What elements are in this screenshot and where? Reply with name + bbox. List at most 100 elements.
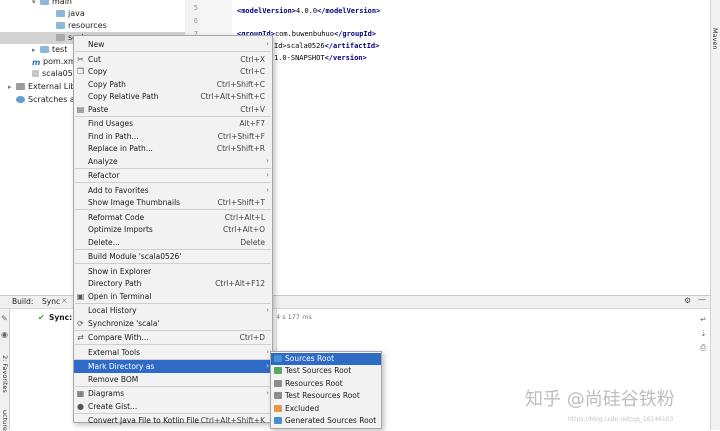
maven-tool-tab[interactable]: Maven bbox=[711, 28, 719, 50]
library-icon bbox=[16, 83, 25, 90]
submenu-item[interactable]: Test Resources Root bbox=[271, 390, 381, 402]
menu-item[interactable]: ⇄ Compare With... Ctrl+D bbox=[74, 331, 272, 344]
menu-item[interactable]: ❐ Copy Ctrl+C bbox=[74, 65, 272, 78]
chevron-down-icon[interactable]: ▾ bbox=[32, 0, 40, 8]
menu-item[interactable]: Delete... Delete bbox=[74, 236, 272, 249]
menu-item-label: Show in Explorer bbox=[88, 266, 152, 276]
favorites-tool-tab[interactable]: 2: Favorites bbox=[1, 355, 9, 393]
code-line: <modelVersion>4.0.0</modelVersion> bbox=[237, 7, 381, 15]
menu-item[interactable]: Show Image Thumbnails Ctrl+Shift+T bbox=[74, 196, 272, 209]
menu-item-label: Optimize Imports bbox=[88, 225, 153, 234]
menu-item[interactable]: Convert Java File to Kotlin File Ctrl+Alt… bbox=[74, 414, 272, 427]
menu-item-shortcut: Ctrl+Shift+T bbox=[217, 198, 265, 207]
folder-icon bbox=[274, 417, 282, 424]
menu-item[interactable]: Find Usages Alt+F7 bbox=[74, 117, 272, 130]
menu-item[interactable]: Optimize Imports Ctrl+Alt+O bbox=[74, 223, 272, 236]
menu-item[interactable]: Find in Path... Ctrl+Shift+F bbox=[74, 130, 272, 143]
menu-item[interactable]: ▤ Paste Ctrl+V bbox=[74, 103, 272, 116]
sync-status-label: Sync: bbox=[49, 313, 73, 322]
tree-node-iml[interactable]: scala052 bbox=[24, 68, 78, 80]
menu-item[interactable]: Remove BOM bbox=[74, 373, 272, 386]
tree-node-java[interactable]: java bbox=[48, 8, 85, 20]
menu-item[interactable]: Directory Path Ctrl+Alt+F12 bbox=[74, 277, 272, 290]
menu-item-icon: ▤ bbox=[76, 104, 85, 114]
menu-item[interactable]: ✂ Cut Ctrl+X bbox=[74, 53, 272, 66]
structure-tool-tab[interactable]: ucture bbox=[1, 410, 9, 431]
menu-item[interactable]: Local History › bbox=[74, 304, 272, 317]
menu-item[interactable]: Add to Favorites › bbox=[74, 184, 272, 197]
chevron-right-icon[interactable]: ▸ bbox=[8, 81, 16, 93]
folder-icon bbox=[274, 392, 282, 400]
right-tool-strip bbox=[710, 0, 720, 430]
menu-item-shortcut: Ctrl+Shift+F bbox=[217, 131, 265, 141]
chevron-right-icon: › bbox=[266, 362, 269, 370]
menu-item-label: Compare With... bbox=[88, 333, 149, 342]
tree-node-main[interactable]: ▾ main bbox=[32, 0, 72, 8]
menu-item-shortcut: Ctrl+C bbox=[240, 67, 265, 76]
chevron-right-icon: › bbox=[266, 156, 269, 165]
menu-item[interactable]: Replace in Path... Ctrl+Shift+R bbox=[74, 142, 272, 155]
tree-node-external-libraries[interactable]: ▸ External Libr bbox=[8, 81, 79, 93]
menu-item-shortcut: Delete bbox=[240, 237, 265, 247]
menu-item[interactable]: Analyze › bbox=[74, 155, 272, 168]
tab-sync[interactable]: Sync bbox=[42, 297, 60, 306]
menu-item[interactable]: New › bbox=[74, 38, 272, 51]
menu-item[interactable]: ● Create Gist... bbox=[74, 400, 272, 413]
menu-item-icon: ⇄ bbox=[77, 333, 84, 342]
tree-node-resources[interactable]: resources bbox=[48, 20, 107, 32]
menu-item[interactable]: Mark Directory as › bbox=[74, 360, 272, 373]
eye-icon[interactable]: ◉ bbox=[1, 330, 8, 339]
menu-item-shortcut: Ctrl+Alt+O bbox=[223, 225, 265, 234]
submenu-item[interactable]: Resources Root bbox=[271, 378, 381, 390]
print-icon[interactable]: ⎙ bbox=[700, 341, 707, 355]
menu-item-icon: ● bbox=[77, 401, 84, 411]
tree-node-test[interactable]: ▸ test bbox=[32, 44, 67, 56]
submenu-item[interactable]: Sources Root bbox=[271, 353, 381, 365]
chevron-right-icon: › bbox=[266, 389, 269, 397]
menu-item[interactable]: Build Module 'scala0526' bbox=[74, 250, 272, 263]
chevron-right-icon[interactable]: ▸ bbox=[32, 44, 40, 56]
submenu-item[interactable]: Excluded bbox=[271, 403, 381, 415]
check-icon: ✔ bbox=[38, 313, 45, 322]
menu-item-label: Remove BOM bbox=[88, 374, 139, 384]
submenu-item[interactable]: Generated Sources Root bbox=[271, 415, 381, 427]
menu-item[interactable]: Refactor › bbox=[74, 169, 272, 182]
menu-item-icon: ⟳ bbox=[77, 318, 84, 328]
folder-icon bbox=[56, 22, 65, 29]
submenu-item-label: Excluded bbox=[285, 403, 320, 413]
menu-item[interactable]: ⟳ Synchronize 'scala' bbox=[74, 317, 272, 330]
menu-item[interactable]: Reformat Code Ctrl+Alt+L bbox=[74, 211, 272, 224]
tree-node-pom[interactable]: m pom.xml bbox=[24, 56, 78, 68]
minimize-icon[interactable]: — bbox=[698, 295, 706, 304]
submenu-item-label: Resources Root bbox=[285, 378, 343, 388]
folder-icon bbox=[274, 367, 282, 375]
submenu-item-label: Generated Sources Root bbox=[285, 416, 377, 425]
folder-icon bbox=[56, 10, 65, 17]
menu-item-label: Copy bbox=[88, 67, 108, 76]
menu-item[interactable]: Copy Relative Path Ctrl+Alt+Shift+C bbox=[74, 90, 272, 103]
code-line: 1.0-SNAPSHOT</version> bbox=[274, 54, 367, 62]
submenu-item[interactable]: Test Sources Root bbox=[271, 365, 381, 377]
menu-item[interactable]: External Tools › bbox=[74, 346, 272, 359]
folder-icon bbox=[56, 34, 65, 41]
menu-item-shortcut: Ctrl+V bbox=[240, 104, 265, 114]
menu-item-shortcut: Ctrl+Alt+L bbox=[224, 212, 265, 222]
wrap-icon[interactable]: ↵ bbox=[700, 313, 707, 327]
menu-item[interactable]: ▣ Open in Terminal bbox=[74, 290, 272, 303]
scroll-end-icon[interactable]: ⇣ bbox=[700, 327, 707, 341]
menu-item[interactable]: Show in Explorer bbox=[74, 265, 272, 278]
menu-item-label: Delete... bbox=[88, 237, 120, 247]
menu-item-label: Analyze bbox=[88, 156, 118, 166]
menu-item-label: Local History bbox=[88, 306, 137, 315]
menu-item[interactable]: Copy Path Ctrl+Shift+C bbox=[74, 78, 272, 91]
build-label: Build: bbox=[12, 297, 34, 306]
menu-item-label: Diagrams bbox=[88, 389, 125, 398]
pin-icon[interactable]: ✎ bbox=[1, 314, 8, 323]
tree-node-scratches[interactable]: Scratches an bbox=[16, 94, 80, 106]
close-icon[interactable]: × bbox=[61, 296, 68, 305]
watermark: 知乎 @尚硅谷铁粉 bbox=[525, 389, 675, 410]
scratches-icon bbox=[16, 96, 25, 103]
console-tools: ↵ ⇣ ⎙ bbox=[700, 313, 707, 355]
gear-icon[interactable]: ⚙ bbox=[684, 296, 691, 305]
menu-item[interactable]: ▦ Diagrams › bbox=[74, 387, 272, 400]
